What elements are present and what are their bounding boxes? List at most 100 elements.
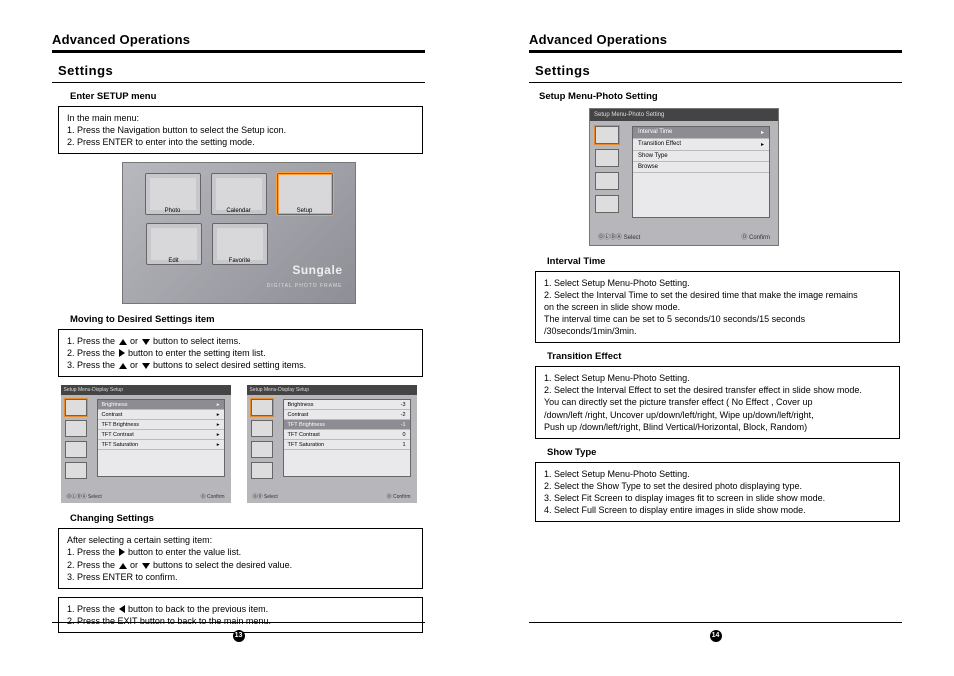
page-header: Advanced Operations: [52, 32, 425, 47]
side-icon: [65, 420, 87, 437]
list-item: TFT Brightness-1: [284, 420, 410, 430]
brand-sub: DIGITAL PHOTO FRAME: [267, 283, 343, 289]
text: 1. Press the button to enter the value l…: [67, 546, 414, 558]
instruction-box: 1. Press the or button to select items. …: [58, 329, 423, 377]
side-icon: [595, 172, 619, 190]
down-icon: [142, 363, 150, 369]
text: You can directly set the picture transfe…: [544, 396, 891, 408]
list-item: Brightness▸: [98, 400, 224, 410]
subheading-interval: Interval Time: [547, 256, 902, 267]
content: Enter SETUP menu In the main menu: 1. Pr…: [52, 91, 425, 634]
text: Push up /down/left/right, Blind Vertical…: [544, 421, 891, 433]
list-item: Interval Time▸: [633, 127, 769, 139]
text: 2. Select the Interval Effect to set the…: [544, 384, 891, 396]
left-icon: [119, 605, 125, 613]
text: 3. Select Fit Screen to display images f…: [544, 492, 891, 504]
side-icon: [595, 195, 619, 213]
list-item: Browse: [633, 162, 769, 173]
text: on the screen in slide show mode.: [544, 301, 891, 313]
text: 1. Press the button to back to the previ…: [67, 603, 414, 615]
page-footer: 14: [477, 622, 954, 642]
side-icon: [595, 126, 619, 144]
up-icon: [119, 339, 127, 345]
subheading-moving: Moving to Desired Settings item: [70, 314, 425, 325]
text: The interval time can be set to 5 second…: [544, 313, 891, 325]
screenshot-display-a: Setup Menu-Display Setup Brightness▸ Con…: [61, 385, 231, 503]
list-item: Transition Effect▸: [633, 139, 769, 151]
titlebar: Setup Menu-Photo Setting: [590, 109, 778, 121]
page-number: 13: [233, 630, 245, 642]
instruction-box: 1. Select Setup Menu-Photo Setting. 2. S…: [535, 366, 900, 439]
screenshot-photo-setting: Setup Menu-Photo Setting Interval Time▸ …: [589, 108, 779, 246]
up-icon: [119, 563, 127, 569]
tile-photo: Photo: [145, 173, 201, 215]
text: 1. Select Setup Menu-Photo Setting.: [544, 277, 891, 289]
tile-setup: Setup: [277, 173, 333, 215]
titlebar: Setup Menu-Display Setup: [61, 385, 231, 395]
right-icon: [119, 548, 125, 556]
subheading-photo-setting: Setup Menu-Photo Setting: [539, 91, 902, 102]
text: After selecting a certain setting item:: [67, 534, 414, 546]
instruction-box: 1. Select Setup Menu-Photo Setting. 2. S…: [535, 462, 900, 523]
page-header: Advanced Operations: [529, 32, 902, 47]
side-icon: [65, 399, 87, 416]
side-icon: [251, 441, 273, 458]
content: Setup Menu-Photo Setting Setup Menu-Phot…: [529, 91, 902, 523]
text: 2. Select the Show Type to set the desir…: [544, 480, 891, 492]
instruction-box: In the main menu: 1. Press the Navigatio…: [58, 106, 423, 154]
down-icon: [142, 563, 150, 569]
text: 4. Select Full Screen to display entire …: [544, 504, 891, 516]
tile-favorite: Favorite: [212, 223, 268, 265]
text: 2. Press the button to enter the setting…: [67, 347, 414, 359]
subheading-showtype: Show Type: [547, 447, 902, 458]
list-item: TFT Contrast0: [284, 430, 410, 440]
divider: [529, 82, 902, 83]
side-icon: [65, 462, 87, 479]
divider: [52, 82, 425, 83]
list-item: Contrast-2: [284, 410, 410, 420]
text: 1. Press the Navigation button to select…: [67, 124, 414, 136]
list-item: TFT Contrast▸: [98, 430, 224, 440]
page-footer: 13: [0, 622, 477, 642]
text: 3. Press the or buttons to select desire…: [67, 359, 414, 371]
screenshot-pair: Setup Menu-Display Setup Brightness▸ Con…: [52, 385, 425, 503]
screenshot-main-menu: Photo Calendar Setup Edit Favorite Sunga…: [122, 162, 356, 304]
screenshot-display-b: Setup Menu-Display Setup Brightness-3 Co…: [247, 385, 417, 503]
list-item: TFT Saturation1: [284, 440, 410, 450]
foot-right: Ⓞ Confirm: [201, 493, 225, 500]
instruction-box: After selecting a certain setting item: …: [58, 528, 423, 589]
text: In the main menu:: [67, 112, 414, 124]
text: 2. Press the or buttons to select the de…: [67, 559, 414, 571]
subheading-enter-setup: Enter SETUP menu: [70, 91, 425, 102]
text: /down/left /right, Uncover up/down/left/…: [544, 409, 891, 421]
divider: [529, 50, 902, 53]
tile-blank: [278, 223, 332, 265]
section-title: Settings: [535, 63, 902, 78]
page-right: Advanced Operations Settings Setup Menu-…: [477, 0, 954, 676]
foot-left: ⓄⒹ Select: [253, 493, 278, 500]
side-icon: [251, 462, 273, 479]
up-icon: [119, 363, 127, 369]
text: 1. Press the or button to select items.: [67, 335, 414, 347]
text: 1. Select Setup Menu-Photo Setting.: [544, 468, 891, 480]
page-number: 14: [710, 630, 722, 642]
side-icon: [595, 149, 619, 167]
tile-edit: Edit: [146, 223, 202, 265]
list-item: Brightness-3: [284, 400, 410, 410]
side-icon: [65, 441, 87, 458]
list-item: Contrast▸: [98, 410, 224, 420]
down-icon: [142, 339, 150, 345]
foot-left: ⓄⓁⒹⒶ Select: [598, 232, 640, 241]
divider: [52, 50, 425, 53]
instruction-box: 1. Select Setup Menu-Photo Setting. 2. S…: [535, 271, 900, 344]
text: 2. Select the Interval Time to set the d…: [544, 289, 891, 301]
page-left: Advanced Operations Settings Enter SETUP…: [0, 0, 477, 676]
text: 3. Press ENTER to confirm.: [67, 571, 414, 583]
text: 2. Press ENTER to enter into the setting…: [67, 136, 414, 148]
subheading-changing: Changing Settings: [70, 513, 425, 524]
tile-calendar: Calendar: [211, 173, 267, 215]
titlebar: Setup Menu-Display Setup: [247, 385, 417, 395]
side-icon: [251, 420, 273, 437]
list-item: TFT Brightness▸: [98, 420, 224, 430]
foot-left: ⓄⓁⒹⒶ Select: [67, 493, 102, 500]
